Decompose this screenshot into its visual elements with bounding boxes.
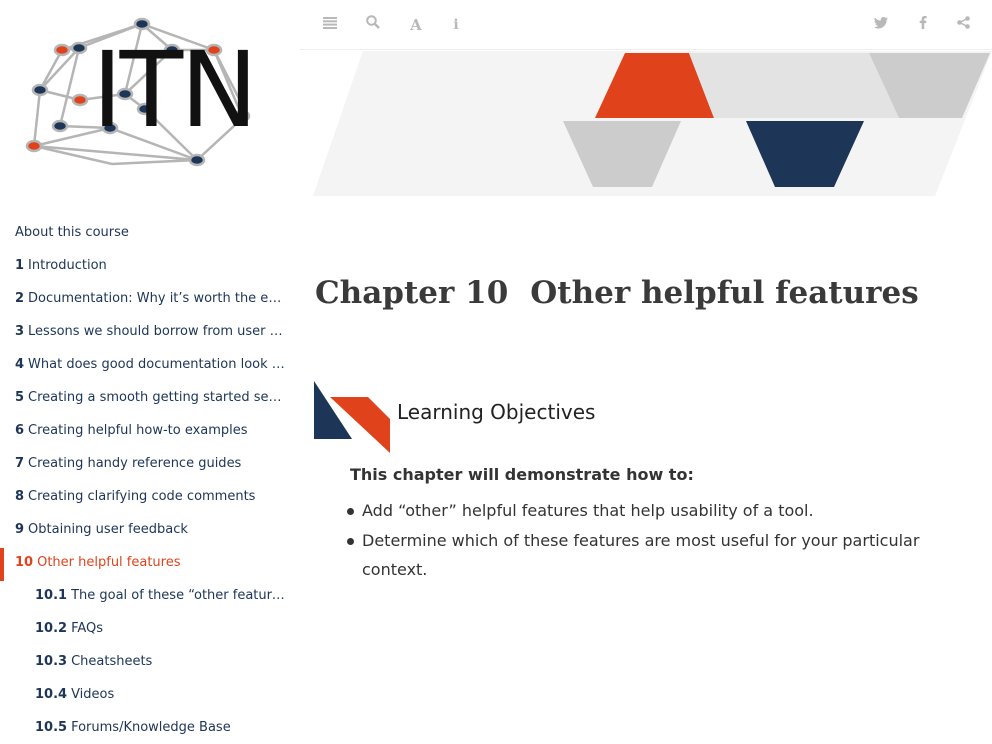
twitter-icon[interactable]	[871, 15, 891, 35]
toc-item-label: Creating clarifying code comments	[28, 489, 256, 504]
toc-item-label: Lessons we should borrow from user d...	[28, 324, 291, 339]
toc-item[interactable]: 9 Obtaining user feedback	[0, 515, 300, 548]
sidebar: ITN About this course 1 Introduction 2 Docum…	[0, 0, 300, 744]
toc-item[interactable]: 10.3 Cheatsheets	[0, 647, 300, 680]
objective-text: Add “other” helpful features that help u…	[362, 501, 814, 520]
list-item: Determine which of these features are mo…	[347, 526, 952, 585]
toc-item-label: FAQs	[71, 621, 104, 636]
toc-item[interactable]: 10 Other helpful features	[0, 548, 300, 581]
toc-toggle-icon[interactable]	[320, 15, 340, 35]
toc-item[interactable]: 4 What does good documentation look l...	[0, 350, 300, 383]
facebook-icon[interactable]	[913, 15, 933, 35]
toc-item[interactable]: 8 Creating clarifying code comments	[0, 482, 300, 515]
toc-item-label: Creating helpful how-to examples	[28, 423, 248, 438]
toc-item-number: 9	[15, 522, 25, 537]
toc-item-label: What does good documentation look l...	[28, 357, 288, 372]
toc-item-label: Introduction	[28, 258, 107, 273]
info-icon[interactable]: i	[446, 15, 466, 35]
toc-item-number: 10	[15, 555, 34, 570]
toc-item[interactable]: 7 Creating handy reference guides	[0, 449, 300, 482]
toc-item-label: Cheatsheets	[71, 654, 153, 669]
top-toolbar: A i	[300, 0, 992, 50]
toc-item[interactable]: 1 Introduction	[0, 251, 300, 284]
logo-text: ITN	[92, 29, 258, 151]
toc-item[interactable]: 2 Documentation: Why it’s worth the eff..…	[0, 284, 300, 317]
toc-item-label: Forums/Knowledge Base	[71, 720, 231, 735]
toc-item-number: 5	[15, 390, 25, 405]
toc-item[interactable]: 10.2 FAQs	[0, 614, 300, 647]
toc-item-number: 6	[15, 423, 25, 438]
toc-item-number: 10.3	[35, 654, 68, 669]
toc-item-label: Videos	[71, 687, 115, 702]
toc-item[interactable]: 10.4 Videos	[0, 680, 300, 713]
toc-item-number: 1	[15, 258, 25, 273]
toc-item-label: Creating handy reference guides	[28, 456, 242, 471]
toc-item-label: Creating a smooth getting started sect..…	[28, 390, 294, 405]
learning-objectives-icon	[314, 381, 392, 455]
toc-item-number: 10.4	[35, 687, 68, 702]
toc-item-number: 7	[15, 456, 25, 471]
learning-objectives-heading: Learning Objectives	[397, 400, 596, 424]
search-icon[interactable]	[363, 15, 383, 35]
toc-item-number: 4	[15, 357, 25, 372]
table-of-contents: About this course 1 Introduction 2 Documenta…	[0, 218, 300, 744]
font-settings-icon[interactable]: A	[406, 15, 426, 35]
chapter-name: Other helpful features	[530, 275, 919, 311]
itn-logo[interactable]: ITN	[22, 14, 272, 174]
learning-objectives-list: Add “other” helpful features that help u…	[347, 496, 952, 585]
toc-item[interactable]: About this course	[0, 218, 300, 251]
toc-item-label: Other helpful features	[37, 555, 181, 570]
page-title: Chapter 10 Other helpful features	[315, 275, 919, 311]
toc-item-number: 10.1	[35, 588, 68, 603]
toc-item-number: 8	[15, 489, 25, 504]
objective-text: Determine which of these features are mo…	[362, 530, 920, 580]
bullet-icon	[347, 537, 354, 545]
toc-item-number: 10.5	[35, 720, 68, 735]
learning-objectives-intro: This chapter will demonstrate how to:	[350, 465, 694, 484]
toc-item-label: Documentation: Why it’s worth the eff...	[28, 291, 290, 306]
chapter-banner	[313, 51, 992, 196]
toc-item[interactable]: 10.5 Forums/Knowledge Base	[0, 713, 300, 744]
toc-item[interactable]: 6 Creating helpful how-to examples	[0, 416, 300, 449]
chapter-number: Chapter 10	[315, 275, 509, 311]
share-icon[interactable]	[953, 15, 973, 35]
list-item: Add “other” helpful features that help u…	[347, 496, 952, 526]
bullet-icon	[347, 508, 354, 515]
toc-item[interactable]: 10.1 The goal of these “other features”	[0, 581, 300, 614]
toc-item-number: 3	[15, 324, 25, 339]
toc-item-number: 10.2	[35, 621, 68, 636]
toc-item-label: The goal of these “other features”	[71, 588, 294, 603]
toc-item-label: Obtaining user feedback	[28, 522, 188, 537]
toc-item-number: 2	[15, 291, 25, 306]
toc-item-label: About this course	[15, 225, 129, 240]
toc-item[interactable]: 5 Creating a smooth getting started sect.…	[0, 383, 300, 416]
toc-item[interactable]: 3 Lessons we should borrow from user d...	[0, 317, 300, 350]
